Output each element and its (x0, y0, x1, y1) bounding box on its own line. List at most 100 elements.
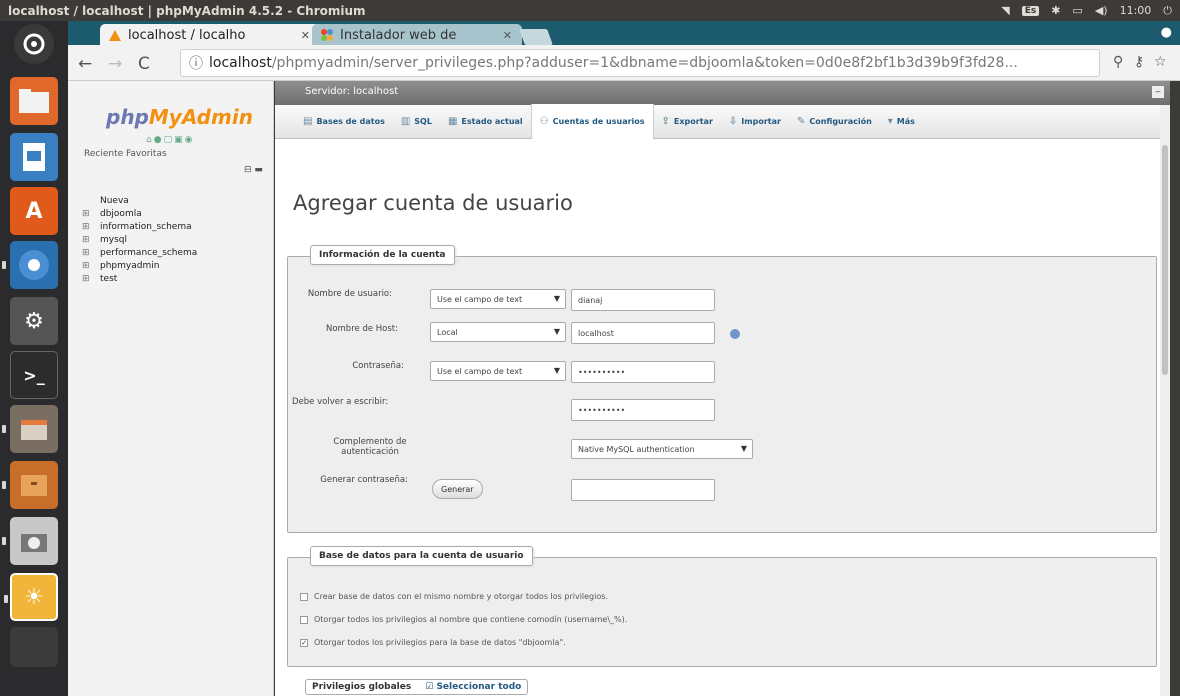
keyboard-layout-indicator[interactable]: Es (1021, 5, 1040, 16)
generated-password-field[interactable] (571, 479, 715, 501)
dropdown-arrow-icon: ▼ (553, 327, 560, 336)
wifi-icon[interactable]: ◥ (1001, 4, 1009, 17)
tab-recent[interactable]: Reciente (84, 149, 123, 159)
phpmyadmin-favicon (108, 28, 122, 42)
new-tab-button[interactable] (519, 29, 553, 45)
archive-icon[interactable] (2, 461, 58, 509)
export-icon: ⇪ (661, 116, 670, 127)
tab-favorites[interactable]: Favoritas (126, 149, 167, 159)
menu-import[interactable]: ⇩ Importar (721, 105, 789, 139)
tree-expander[interactable]: ⊞ (82, 234, 100, 247)
create-db-checkbox[interactable] (300, 592, 308, 601)
info-icon[interactable]: ⓘ (189, 53, 203, 73)
menu-settings[interactable]: ✎ Configuración (789, 105, 880, 139)
trash-icon[interactable] (10, 627, 58, 667)
dbjoomla-privileges-option[interactable]: ✓ Otorgar todos los privilegios para la b… (300, 638, 566, 647)
host-input[interactable]: localhost (571, 322, 715, 344)
tab-instalador[interactable]: Instalador web de ✕ (312, 24, 522, 46)
zoom-icon[interactable]: ⚲ (1113, 54, 1123, 70)
tree-expander[interactable]: ⊞ (82, 208, 100, 221)
import-icon: ⇩ (728, 116, 738, 127)
dbjoomla-privileges-checkbox[interactable]: ✓ (300, 638, 308, 647)
tree-item-mysql[interactable]: ⊞ mysql (82, 234, 197, 247)
phpmyadmin-logo[interactable]: phpMyAdmin (106, 105, 253, 129)
host-mode-select[interactable]: Local ▼ (430, 322, 566, 342)
database-for-user-legend: Base de datos para la cuenta de usuario (310, 546, 533, 566)
settings-gear-icon[interactable]: ⚙ (10, 297, 58, 345)
power-icon[interactable]: ⏻ (1163, 4, 1172, 18)
browser-tab-strip: localhost / localho ✕ Instalador web de … (68, 21, 1180, 46)
file-manager-icon[interactable] (2, 405, 58, 453)
software-center-icon[interactable]: A (10, 187, 58, 235)
password-input[interactable]: •••••••••• (571, 361, 715, 383)
retype-row: Debe volver a escribir: •••••••••• (288, 397, 1148, 423)
menu-more[interactable]: ▾ Más (880, 105, 923, 139)
account-info-legend: Información de la cuenta (310, 245, 455, 265)
account-info-fieldset: Información de la cuenta Nombre de usuar… (287, 245, 1157, 533)
retype-password-input[interactable]: •••••••••• (571, 399, 715, 421)
close-tab-icon[interactable]: ✕ (301, 29, 310, 42)
tree-item-dbjoomla[interactable]: ⊞ dbjoomla (82, 208, 197, 221)
tree-expander[interactable]: ⊞ (82, 221, 100, 234)
username-mode-select[interactable]: Use el campo de text ▼ (430, 289, 566, 309)
close-tab-icon[interactable]: ✕ (503, 29, 512, 42)
ubuntu-launcher: A ⚙ >_ ☀ (0, 21, 68, 696)
files-icon[interactable] (10, 77, 58, 125)
terminal-icon[interactable]: >_ (10, 351, 58, 399)
tree-item-phpmyadmin[interactable]: ⊞ phpmyadmin (82, 260, 197, 273)
nav-quick-icons[interactable]: ⌂●▢▣◉ (146, 135, 194, 145)
generate-password-button[interactable]: Generar (432, 479, 483, 499)
menu-status[interactable]: ▦ Estado actual (440, 105, 531, 139)
pma-navigation-panel: phpMyAdmin ⌂●▢▣◉ Reciente Favoritas ⊟ ▬ … (68, 81, 274, 696)
address-bar[interactable]: ⓘ localhost /phpmyadmin/server_privilege… (180, 49, 1100, 77)
auth-plugin-select[interactable]: Native MySQL authentication ▼ (571, 439, 753, 459)
create-db-option[interactable]: Crear base de datos con el mismo nombre … (300, 592, 608, 601)
forward-icon[interactable]: → (108, 54, 122, 74)
tree-item-test[interactable]: ⊞ test (82, 273, 197, 286)
writer-icon[interactable] (10, 133, 58, 181)
select-all-checkbox[interactable]: ☑ Seleccionar todo (425, 682, 521, 692)
tree-expander[interactable]: ⊞ (82, 273, 100, 286)
main-scrollbar[interactable] (1160, 105, 1170, 696)
tab-phpmyadmin[interactable]: localhost / localho ✕ (100, 24, 320, 46)
menu-sql[interactable]: ▥ SQL (393, 105, 440, 139)
clock[interactable]: 11:00 (1120, 4, 1152, 17)
tree-item-new[interactable]: Nueva (82, 195, 197, 208)
retype-label: Debe volver a escribir: (292, 397, 389, 407)
chromium-icon[interactable] (2, 241, 58, 289)
profile-icon[interactable]: ● (1161, 25, 1172, 40)
camera-icon[interactable] (2, 517, 58, 565)
password-mode-select[interactable]: Use el campo de text ▼ (430, 361, 566, 381)
tree-expander[interactable]: ⊞ (82, 247, 100, 260)
menu-export[interactable]: ⇪ Exportar (654, 105, 721, 139)
wildcard-privileges-option[interactable]: Otorgar todos los privilegios al nombre … (300, 615, 627, 624)
tree-expander[interactable]: ⊞ (82, 260, 100, 273)
scrollbar-thumb[interactable] (1162, 145, 1168, 375)
reload-icon[interactable]: C (138, 54, 150, 74)
username-input[interactable]: dianaj (571, 289, 715, 311)
browser-toolbar: ← → C ⓘ localhost /phpmyadmin/server_pri… (68, 45, 1180, 81)
bookmark-star-icon[interactable]: ☆ (1154, 54, 1167, 70)
key-icon[interactable]: ⚷ (1134, 54, 1144, 70)
server-link[interactable]: Servidor: localhost (305, 86, 398, 97)
back-icon[interactable]: ← (78, 54, 92, 74)
bluetooth-icon[interactable]: ✱ (1051, 4, 1060, 17)
tree-item-performance-schema[interactable]: ⊞ performance_schema (82, 247, 197, 260)
menu-icon[interactable]: ⋮ (1174, 54, 1180, 70)
global-privileges-fieldset: Privilegios globales ☑ Seleccionar todo (275, 679, 1170, 696)
menu-databases[interactable]: ▤ Bases de datos (295, 105, 393, 139)
pma-main-panel: Servidor: localhost ‒ ▤ Bases de datos ▥ S… (275, 81, 1170, 696)
help-icon[interactable] (730, 329, 740, 339)
collapse-menu-icon[interactable]: ‒ (1152, 86, 1164, 98)
dash-icon[interactable] (14, 24, 54, 64)
wildcard-privileges-checkbox[interactable] (300, 615, 308, 624)
collapse-all-icon[interactable]: ⊟ ▬ (244, 165, 263, 175)
generate-password-label: Generar contraseña: (320, 475, 408, 485)
global-privileges-legend: Privilegios globales ☑ Seleccionar todo (305, 679, 529, 695)
volume-icon[interactable]: ◀) (1095, 4, 1108, 17)
battery-icon[interactable]: ▭ (1072, 4, 1082, 17)
menu-user-accounts[interactable]: ⚇ Cuentas de usuarios (530, 104, 654, 139)
sun-app-icon[interactable]: ☀ (4, 573, 58, 621)
tree-item-information-schema[interactable]: ⊞ information_schema (82, 221, 197, 234)
dropdown-arrow-icon: ▼ (740, 444, 747, 453)
